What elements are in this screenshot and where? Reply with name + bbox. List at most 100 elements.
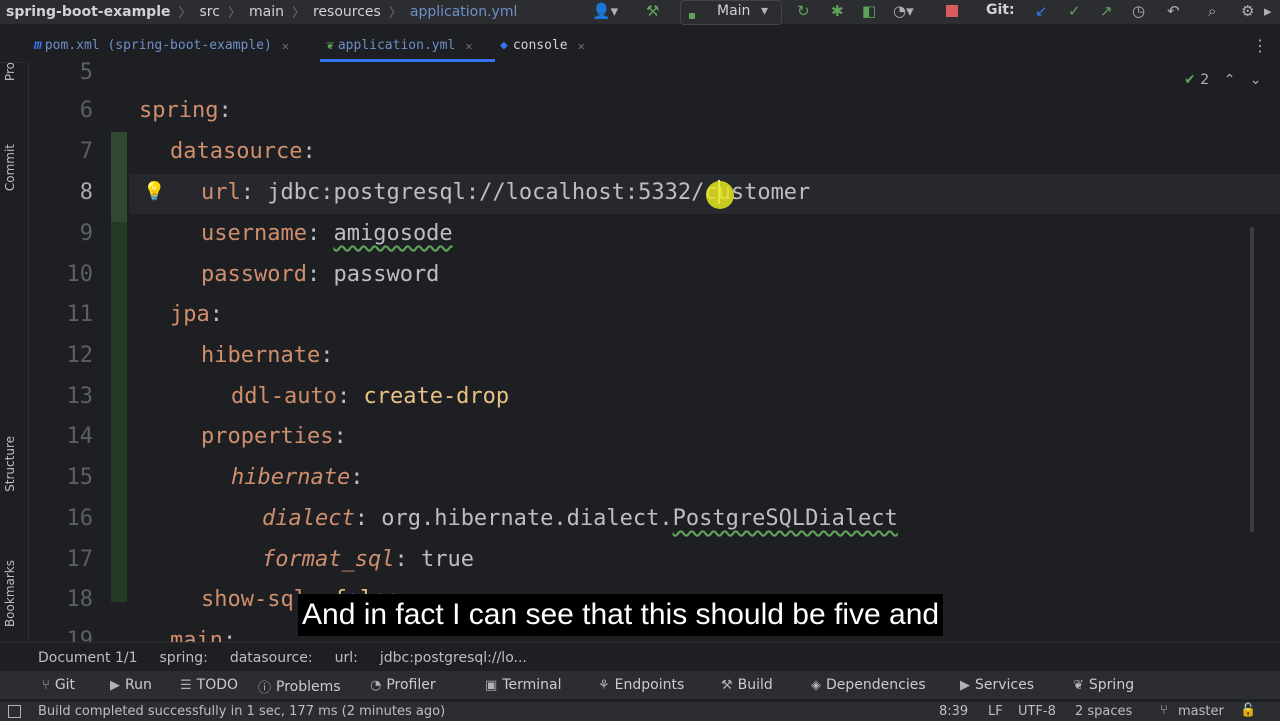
- database-console-icon: ◆: [500, 38, 508, 53]
- profile-icon[interactable]: ◔▾: [893, 2, 914, 20]
- breadcrumb-main[interactable]: main: [249, 4, 284, 20]
- tool-commit[interactable]: Commit: [3, 144, 17, 191]
- git-update-icon[interactable]: ↙: [1035, 2, 1048, 20]
- tool-build[interactable]: ⚒ Build: [721, 677, 773, 693]
- breadcrumb-separator: 〉: [178, 6, 192, 21]
- code-editor[interactable]: ✔ 2 ⌃ ⌄ 5 6 7 8 9 10 11 12 13 14 15 16 1…: [29, 62, 1280, 642]
- yaml-key: jpa: [170, 302, 210, 327]
- doc-breadcrumb-item[interactable]: url:: [335, 650, 358, 666]
- editor-tabs: m pom.xml (spring-boot-example) ✕ ❦ appl…: [0, 32, 1280, 63]
- chevron-up-icon[interactable]: ⌃: [1224, 72, 1236, 88]
- close-icon[interactable]: ✕: [282, 39, 289, 53]
- breadcrumb-file[interactable]: application.yml: [410, 4, 518, 20]
- doc-breadcrumb-item[interactable]: Document 1/1: [38, 650, 138, 666]
- rollback-icon[interactable]: ↶: [1167, 2, 1180, 20]
- yaml-key: spring: [139, 98, 219, 123]
- profiler-icon: ◔: [370, 677, 382, 693]
- yaml-key: format_sql: [262, 547, 395, 572]
- line-number: 15: [66, 465, 94, 490]
- rerun-icon[interactable]: ↻: [797, 2, 810, 20]
- coverage-icon[interactable]: ◧: [862, 2, 876, 20]
- breadcrumb-src[interactable]: src: [200, 4, 220, 20]
- code-line: dialect: org.hibernate.dialect.PostgreSQ…: [262, 506, 898, 531]
- line-number: 18: [66, 587, 94, 612]
- code-line: hibernate:: [201, 343, 333, 368]
- yaml-colon: :: [320, 343, 334, 368]
- caret-position[interactable]: 8:39: [939, 704, 968, 719]
- change-marker: [111, 132, 127, 222]
- services-icon: ▶: [960, 677, 970, 693]
- spring-leaf-icon: ❦: [1073, 677, 1084, 693]
- code-line: main:: [170, 628, 236, 642]
- file-encoding[interactable]: UTF-8: [1018, 704, 1056, 719]
- yaml-value: password: [333, 262, 440, 287]
- tab-options-icon[interactable]: ⋮: [1252, 36, 1268, 55]
- run-config-selector[interactable]: Main ▾: [680, 0, 782, 25]
- tool-services[interactable]: ▶ Services: [960, 677, 1034, 693]
- yaml-colon: :: [394, 547, 421, 572]
- line-number: 9: [79, 221, 93, 246]
- line-number: 19: [66, 628, 94, 642]
- spring-yaml-icon: ❦: [326, 38, 334, 53]
- tool-structure[interactable]: Structure: [3, 436, 17, 492]
- lightbulb-icon[interactable]: 💡: [143, 181, 165, 202]
- tool-git[interactable]: ⑂ Git: [42, 677, 75, 693]
- tool-bookmarks[interactable]: Bookmarks: [3, 560, 17, 627]
- tool-dependencies[interactable]: ◈ Dependencies: [811, 677, 926, 693]
- gear-icon[interactable]: ⚙: [1241, 2, 1254, 20]
- yaml-colon: :: [336, 384, 364, 409]
- tool-spring[interactable]: ❦ Spring: [1073, 677, 1134, 693]
- more-icon[interactable]: ▸: [1264, 2, 1272, 20]
- hammer-icon: ⚒: [721, 677, 733, 693]
- tab-console[interactable]: ◆ console ✕: [500, 38, 585, 53]
- doc-breadcrumb-item[interactable]: datasource:: [230, 650, 313, 666]
- user-icon[interactable]: 👤▾: [592, 2, 618, 20]
- git-branch-icon: ⑂: [1160, 703, 1168, 718]
- tab-pom-xml[interactable]: m pom.xml (spring-boot-example) ✕: [34, 38, 289, 53]
- doc-breadcrumb-item[interactable]: spring:: [160, 650, 208, 666]
- line-separator[interactable]: LF: [988, 704, 1003, 719]
- tab-application-yml[interactable]: ❦ application.yml ✕: [326, 38, 472, 53]
- breadcrumb-separator: 〉: [227, 6, 241, 21]
- chevron-down-icon[interactable]: ⌄: [1250, 72, 1262, 88]
- yaml-key: ddl-auto: [231, 384, 337, 409]
- code-line: ddl-auto: create-drop: [231, 384, 509, 409]
- status-message[interactable]: Build completed successfully in 1 sec, 1…: [38, 704, 445, 719]
- line-number: 11: [66, 302, 94, 327]
- indent-setting[interactable]: 2 spaces: [1075, 704, 1132, 719]
- git-push-icon[interactable]: ↗: [1100, 2, 1113, 20]
- line-number: 16: [66, 506, 94, 531]
- vertical-scrollbar[interactable]: [1250, 227, 1254, 532]
- inspection-widget[interactable]: ✔ 2 ⌃ ⌄: [1184, 72, 1261, 88]
- stop-icon[interactable]: [946, 5, 958, 17]
- tool-problems[interactable]: ⓘ Problems: [258, 677, 341, 697]
- git-commit-icon[interactable]: ✓: [1068, 2, 1081, 20]
- tool-run[interactable]: ▶ Run: [110, 677, 152, 693]
- lock-icon[interactable]: 🔓: [1240, 703, 1256, 718]
- yaml-key: show-sql: [201, 587, 307, 612]
- mouse-cursor-highlight: [706, 181, 734, 209]
- tool-endpoints[interactable]: ⚘ Endpoints: [598, 677, 684, 693]
- tool-label: TODO: [196, 677, 239, 693]
- breadcrumb-resources[interactable]: resources: [313, 4, 381, 20]
- close-icon[interactable]: ✕: [465, 39, 472, 53]
- close-icon[interactable]: ✕: [578, 39, 585, 53]
- run-config-name: Main: [717, 3, 751, 19]
- debug-bug-icon[interactable]: ✱: [831, 2, 844, 20]
- main-toolbar: spring-boot-example 〉 src 〉 main 〉 resource…: [0, 0, 1280, 25]
- tool-terminal[interactable]: ▣ Terminal: [485, 677, 561, 693]
- hammer-build-icon[interactable]: ⚒: [646, 2, 659, 20]
- doc-breadcrumb-item[interactable]: jdbc:postgresql://lo...: [380, 650, 527, 666]
- git-branch-icon: ⑂: [42, 677, 50, 693]
- tool-profiler[interactable]: ◔ Profiler: [370, 677, 436, 693]
- breadcrumb-project[interactable]: spring-boot-example: [6, 4, 171, 20]
- left-tool-stripe: Project Commit Structure Bookmarks: [0, 32, 29, 664]
- toggle-tool-windows-icon[interactable]: [8, 705, 21, 718]
- tool-todo[interactable]: ☰ TODO: [180, 677, 238, 693]
- git-branch[interactable]: master: [1178, 704, 1224, 719]
- tool-label: Spring: [1088, 677, 1135, 693]
- tool-label: Run: [125, 677, 152, 693]
- search-icon[interactable]: ⌕: [1208, 2, 1216, 20]
- history-icon[interactable]: ◷: [1132, 2, 1145, 20]
- info-icon: ⓘ: [258, 681, 272, 696]
